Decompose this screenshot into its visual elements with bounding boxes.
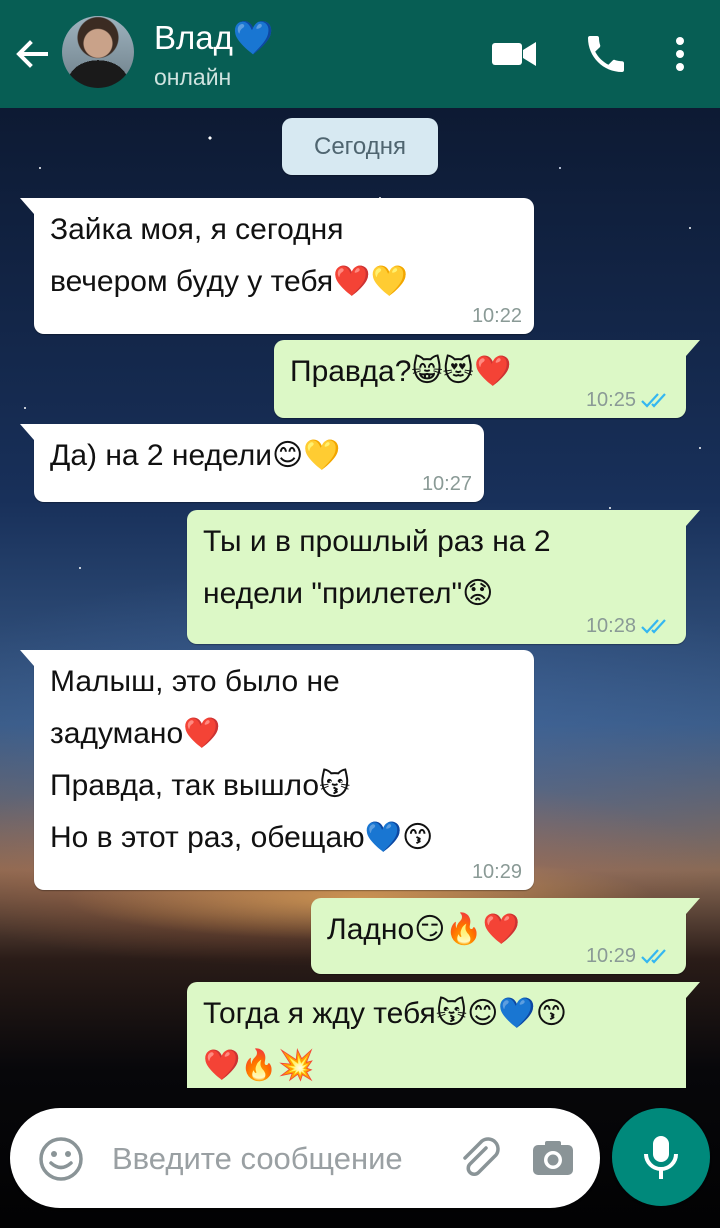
- message-bubble-outgoing[interactable]: Тогда я жду тебя😽😊💙😙 ❤️🔥💥: [187, 982, 700, 1088]
- message-line: Правда, так вышло😽: [50, 769, 351, 802]
- avatar[interactable]: [62, 16, 134, 88]
- emoji-icon: [39, 1137, 83, 1181]
- video-call-icon: [492, 42, 536, 66]
- mic-icon: [644, 1136, 678, 1179]
- more-vert-icon: [676, 37, 684, 71]
- message-meta: 10:29: [472, 860, 522, 884]
- message-line: Но в этот раз, обещаю💙😙: [50, 821, 434, 854]
- contact-status: онлайн: [154, 64, 232, 90]
- double-check-icon: [641, 393, 666, 408]
- message-meta: 10:28: [586, 614, 674, 638]
- message-time: 10:22: [471, 305, 522, 327]
- message-bubble-outgoing[interactable]: Ладно😏🔥❤️ 10:29: [311, 898, 700, 974]
- camera-icon: [533, 1141, 573, 1175]
- voice-call-button[interactable]: [582, 30, 630, 78]
- video-call-button[interactable]: [490, 30, 538, 78]
- message-time: 10:28: [585, 615, 636, 637]
- message-line: Тогда я жду тебя😽😊💙😙: [203, 997, 567, 1030]
- message-line: Малыш, это было не: [50, 665, 340, 698]
- message-time: 10:29: [471, 861, 522, 883]
- message-line: ❤️🔥💥: [203, 1049, 316, 1082]
- message-input[interactable]: [112, 1138, 452, 1180]
- phone-icon: [588, 36, 624, 72]
- message-time: 10:25: [585, 389, 636, 411]
- paperclip-icon: [463, 1137, 500, 1176]
- message-meta: 10:22: [472, 304, 522, 328]
- message-line: Ты и в прошлый раз на 2: [203, 525, 551, 558]
- date-separator: Сегодня: [282, 118, 438, 175]
- message-line: Зайка моя, я сегодня: [50, 213, 344, 246]
- message-meta: 10:25: [586, 388, 674, 412]
- contact-name[interactable]: Влад💙: [154, 18, 274, 58]
- message-time: 10:27: [421, 473, 472, 495]
- more-options-button[interactable]: [656, 30, 704, 78]
- message-bubble-outgoing[interactable]: Правда?😸😻❤️ 10:25: [274, 340, 700, 418]
- message-bubble-incoming[interactable]: Да) на 2 недели😊💛 10:27: [20, 424, 484, 502]
- message-meta: 10:29: [586, 944, 674, 968]
- emoji-button[interactable]: [38, 1136, 84, 1182]
- message-line: вечером буду у тебя❤️💛: [50, 265, 408, 298]
- back-arrow-icon: [16, 40, 48, 68]
- back-button[interactable]: [10, 32, 54, 76]
- message-line: Да) на 2 недели😊💛: [50, 439, 341, 472]
- double-check-icon: [641, 949, 666, 964]
- message-time: 10:29: [585, 945, 636, 967]
- message-line: недели "прилетел"😟: [203, 577, 494, 610]
- attach-button[interactable]: [456, 1134, 504, 1182]
- chat-header: Влад💙 онлайн: [0, 0, 720, 108]
- double-check-icon: [641, 619, 666, 634]
- voice-record-button[interactable]: [612, 1108, 710, 1206]
- message-line: задумано❤️: [50, 717, 221, 750]
- message-bubble-incoming[interactable]: Малыш, это было не задумано❤️ Правда, та…: [20, 650, 534, 890]
- message-meta: 10:27: [422, 472, 472, 496]
- message-bubble-incoming[interactable]: Зайка моя, я сегодня вечером буду у тебя…: [20, 198, 534, 334]
- message-composer: [10, 1108, 600, 1208]
- camera-button[interactable]: [530, 1136, 576, 1182]
- message-bubble-outgoing[interactable]: Ты и в прошлый раз на 2 недели "прилетел…: [187, 510, 700, 644]
